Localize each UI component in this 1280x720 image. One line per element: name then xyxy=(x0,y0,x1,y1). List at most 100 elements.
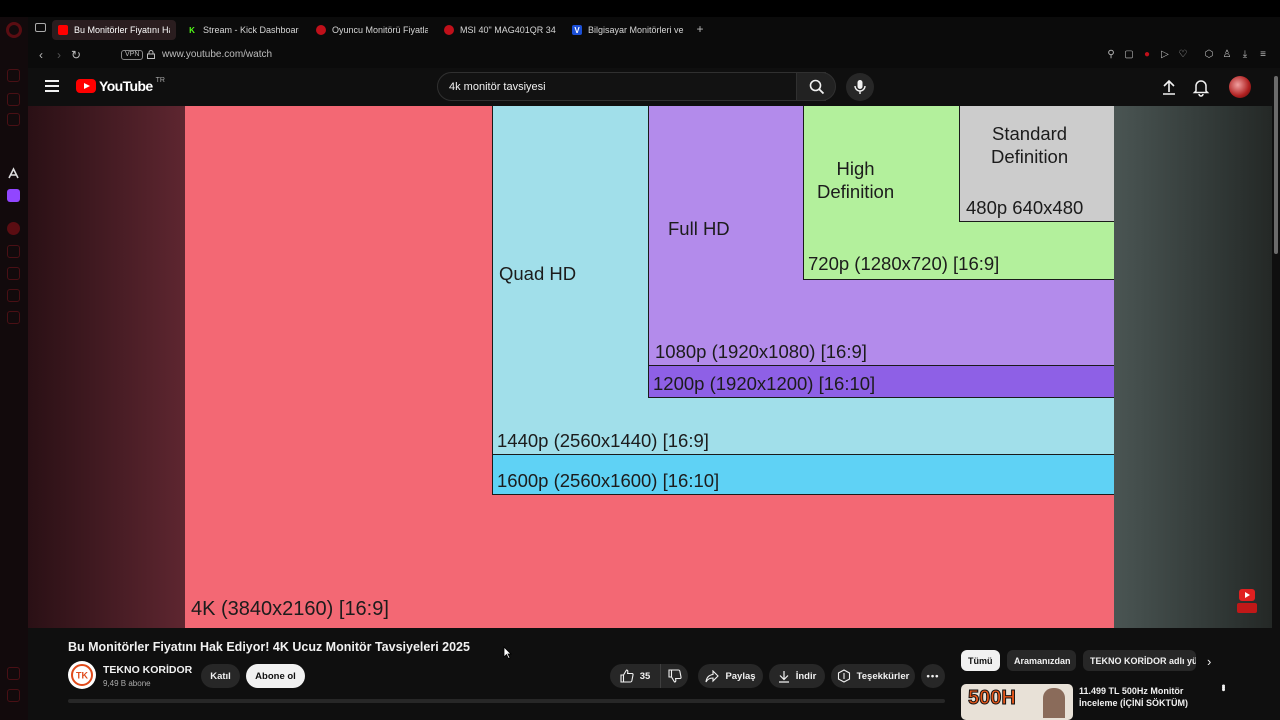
video-title: Bu Monitörler Fiyatını Hak Ediyor! 4K Uc… xyxy=(68,640,470,654)
tab-title: Oyuncu Monitörü Fiyatları xyxy=(332,25,428,35)
sidebar-app-icon[interactable] xyxy=(7,93,20,106)
search-query-text: 4k monitör tavsiyesi xyxy=(449,81,546,93)
sidebar-aria-icon[interactable] xyxy=(7,167,20,180)
chip-channel[interactable]: TEKNO KORİDOR adlı yü xyxy=(1083,650,1196,671)
youtube-play-icon xyxy=(76,79,96,93)
sidebar-app-icon[interactable] xyxy=(7,69,20,82)
share-label: Paylaş xyxy=(725,670,756,682)
kick-icon: K xyxy=(189,25,195,35)
vatan-icon: V xyxy=(572,25,582,35)
tab-msi-product[interactable]: MSI 40" MAG401QR 344 xyxy=(438,20,562,40)
thumbs-up-icon xyxy=(620,669,634,683)
download-icon[interactable]: ⤓ xyxy=(1239,49,1251,61)
subscribe-button[interactable]: Abone ol xyxy=(246,664,305,688)
youtube-logo[interactable]: YouTube TR xyxy=(76,77,165,94)
sidebar-more-icon[interactable] xyxy=(7,689,20,702)
video-details: Bu Monitörler Fiyatını Hak Ediyor! 4K Uc… xyxy=(28,628,1272,720)
channel-name[interactable]: TEKNO KORİDOR xyxy=(103,664,192,676)
recommendation-title[interactable]: 11.499 TL 500Hz Monitör İnceleme (İÇİNİ … xyxy=(1079,685,1209,709)
profile-icon[interactable]: ♙ xyxy=(1221,49,1233,61)
more-horizontal-icon: ••• xyxy=(926,670,940,682)
lock-icon[interactable] xyxy=(147,50,155,59)
tab-overview-icon[interactable] xyxy=(35,23,46,32)
sidebar-settings-icon[interactable] xyxy=(7,667,20,680)
share-button[interactable]: Paylaş xyxy=(698,664,763,688)
super-thanks-icon xyxy=(837,669,850,683)
sd-resolution: 480p 640x480 xyxy=(966,197,1084,218)
thanks-button[interactable]: Teşekkürler xyxy=(831,664,915,688)
ambient-glow-left xyxy=(28,106,185,628)
channel-avatar[interactable]: TK xyxy=(68,661,96,689)
forward-icon[interactable]: › xyxy=(52,48,66,62)
player-icon[interactable]: ▷ xyxy=(1159,49,1171,61)
qhd-resolution: 1440p (2560x1440) [16:9] xyxy=(497,430,709,451)
join-button[interactable]: Katıl xyxy=(201,664,240,688)
sidebar-app-icon[interactable] xyxy=(7,267,20,280)
youtube-header: YouTube TR 4k monitör tavsiyesi ✕ xyxy=(28,68,1272,106)
thumbs-down-icon xyxy=(667,669,682,683)
recommendation-menu-icon[interactable]: ••• xyxy=(1217,684,1229,690)
tab-monitor-prices[interactable]: Oyuncu Monitörü Fiyatları xyxy=(310,20,434,40)
dislike-button[interactable] xyxy=(660,664,688,688)
wuxga-resolution: 1200p (1920x1200) [16:10] xyxy=(653,373,876,394)
address-bar: ‹ › ↻ VPN www.youtube.com/watch ⚲ ▢ ● ▷ … xyxy=(28,42,1280,68)
subscribe-watermark-icon[interactable] xyxy=(1236,588,1258,614)
video-player[interactable]: Standard Definition 480p 640x480 High De… xyxy=(28,106,1272,628)
recommendation-thumbnail[interactable]: 500H xyxy=(961,684,1073,720)
sidebar-app-icon[interactable] xyxy=(7,113,20,126)
qhd-title: Quad HD xyxy=(499,263,577,284)
chips-next-icon[interactable]: › xyxy=(1207,654,1211,669)
upload-icon[interactable] xyxy=(1159,77,1179,97)
menu-icon[interactable] xyxy=(45,80,59,92)
snapshot-icon[interactable]: ▢ xyxy=(1123,49,1135,61)
tab-vatan[interactable]: V Bilgisayar Monitörleri ve L xyxy=(566,20,690,40)
search-input[interactable]: 4k monitör tavsiyesi ✕ xyxy=(437,72,826,101)
easy-setup-icon[interactable]: ≡ xyxy=(1257,49,1269,61)
notifications-bell-icon[interactable] xyxy=(1191,77,1211,97)
channel-logo-icon: TK xyxy=(71,664,93,686)
sidebar-app-icon[interactable] xyxy=(7,311,20,324)
opera-logo-icon[interactable] xyxy=(6,22,22,38)
thumbnail-text: 500H xyxy=(968,687,1017,710)
like-button[interactable]: 35 xyxy=(610,664,660,688)
tab-title: Bu Monitörler Fiyatını Hak xyxy=(74,25,170,35)
share-icon xyxy=(705,669,720,682)
account-avatar[interactable] xyxy=(1229,76,1251,98)
sidebar-app-icon[interactable] xyxy=(7,289,20,302)
tab-kick[interactable]: K Stream - Kick Dashboard xyxy=(181,20,305,40)
back-icon[interactable]: ‹ xyxy=(34,48,48,62)
tab-title: Stream - Kick Dashboard xyxy=(203,25,299,35)
sidebar-app-icon[interactable] xyxy=(7,245,20,258)
tab-title: MSI 40" MAG401QR 344 xyxy=(460,25,556,35)
subscriber-count: 9,49 B abone xyxy=(103,679,151,688)
more-actions-button[interactable]: ••• xyxy=(921,664,945,688)
svg-text:TK: TK xyxy=(76,671,88,681)
tab-strip: Bu Monitörler Fiyatını Hak K Stream - Ki… xyxy=(28,17,1280,42)
url-text[interactable]: www.youtube.com/watch xyxy=(162,49,272,60)
sidebar-twitch-icon[interactable] xyxy=(7,189,20,202)
fhd-title: Full HD xyxy=(668,218,730,239)
scrollbar-thumb[interactable] xyxy=(1274,76,1278,254)
microphone-icon xyxy=(854,80,866,94)
sidebar-app-icon[interactable] xyxy=(7,222,20,235)
search-button[interactable] xyxy=(796,72,836,101)
msi-icon xyxy=(444,25,454,35)
page-scrollbar[interactable] xyxy=(1272,68,1280,720)
voice-search-button[interactable] xyxy=(846,73,874,101)
new-tab-button[interactable]: + xyxy=(694,23,706,35)
reload-icon[interactable]: ↻ xyxy=(69,48,83,62)
record-icon[interactable]: ● xyxy=(1141,49,1153,61)
chip-all[interactable]: Tümü xyxy=(961,650,1000,671)
heart-icon[interactable]: ♡ xyxy=(1177,49,1189,61)
vpn-badge[interactable]: VPN xyxy=(121,50,144,60)
hd-title: High Definition xyxy=(817,158,895,202)
pin-icon[interactable]: ⚲ xyxy=(1105,49,1117,61)
msi-icon xyxy=(316,25,326,35)
uhd-resolution: 4K (3840x2160) [16:9] xyxy=(191,598,389,620)
chip-from-search[interactable]: Aramanızdan xyxy=(1007,650,1076,671)
download-button[interactable]: İndir xyxy=(769,664,825,688)
youtube-icon xyxy=(58,25,68,35)
extensions-icon[interactable]: ⬡ xyxy=(1203,49,1215,61)
thumbnail-face xyxy=(1043,688,1065,718)
tab-youtube[interactable]: Bu Monitörler Fiyatını Hak xyxy=(52,20,176,40)
